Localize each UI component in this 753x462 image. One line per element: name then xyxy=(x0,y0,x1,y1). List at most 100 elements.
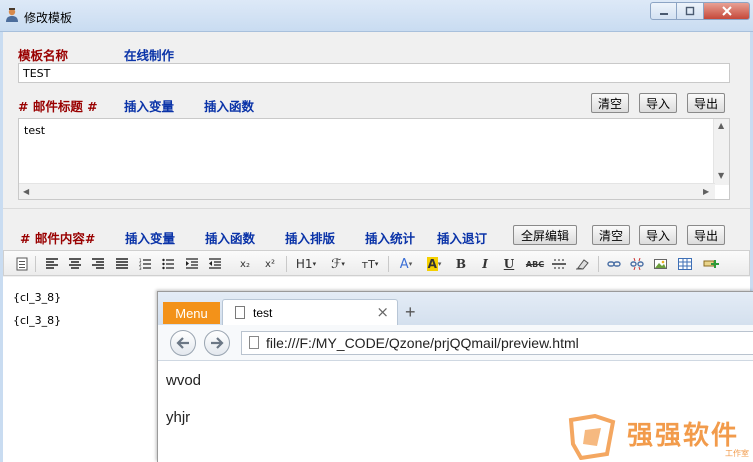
align-justify-icon[interactable] xyxy=(114,255,130,273)
table-icon[interactable] xyxy=(677,255,693,273)
mail-subject-textarea[interactable]: test ▲ ▼ ◀ ▶ xyxy=(18,118,730,200)
chevron-down-icon: ▾ xyxy=(374,260,379,268)
content-export-button[interactable]: 导出 xyxy=(687,225,725,245)
fullscreen-edit-button[interactable]: 全屏编辑 xyxy=(513,225,577,245)
content-clear-button[interactable]: 清空 xyxy=(592,225,630,245)
watermark-text: 强强软件 xyxy=(627,421,740,451)
subject-clear-button[interactable]: 清空 xyxy=(591,93,629,113)
align-center-icon[interactable] xyxy=(67,255,83,273)
toolbar-separator xyxy=(286,256,287,272)
minimize-button[interactable] xyxy=(650,2,677,20)
forward-button[interactable] xyxy=(204,330,230,356)
content-insert-variable-link[interactable]: 插入变量 xyxy=(125,228,175,247)
browser-tab[interactable]: test × xyxy=(222,299,398,325)
source-icon[interactable] xyxy=(14,255,30,273)
subscript-button[interactable]: x₂ xyxy=(237,255,253,273)
template-name-label: 模板名称 xyxy=(18,48,69,63)
page-icon xyxy=(235,306,245,319)
subject-vertical-scrollbar[interactable]: ▲ ▼ xyxy=(713,119,729,185)
font-size-dropdown[interactable]: тT ▾ xyxy=(358,255,382,273)
preview-text: yhjr xyxy=(166,409,191,426)
insert-unsubscribe-link[interactable]: 插入退订 xyxy=(437,228,487,247)
chevron-down-icon: ▾ xyxy=(437,260,442,268)
mail-subject-label: # 邮件标题 # xyxy=(18,99,98,114)
close-button[interactable] xyxy=(704,2,750,20)
new-tab-button[interactable]: + xyxy=(405,302,416,323)
subject-export-button[interactable]: 导出 xyxy=(687,93,725,113)
unlink-icon[interactable] xyxy=(629,255,645,273)
font-family-label: ℱ xyxy=(331,256,342,272)
arrow-left-icon xyxy=(176,337,189,349)
user-icon xyxy=(6,8,18,22)
subject-import-button[interactable]: 导入 xyxy=(639,93,677,113)
subject-text: test xyxy=(24,124,46,137)
chevron-down-icon: ▾ xyxy=(408,260,413,268)
preview-text: wvod xyxy=(166,372,202,389)
font-color-label: A xyxy=(399,256,409,272)
chevron-down-icon: ▾ xyxy=(312,260,317,268)
mail-content-label: # 邮件内容# xyxy=(20,231,96,246)
highlight-color-button[interactable]: A ▾ xyxy=(423,255,445,273)
browser-menu-button[interactable]: Menu xyxy=(163,302,220,324)
close-icon xyxy=(721,6,732,16)
content-insert-function-link[interactable]: 插入函数 xyxy=(205,228,255,247)
font-family-dropdown[interactable]: ℱ ▾ xyxy=(326,255,350,273)
underline-button[interactable]: U xyxy=(501,255,517,273)
ordered-list-icon[interactable]: 123 xyxy=(137,255,153,273)
unordered-list-icon[interactable] xyxy=(160,255,176,273)
watermark-subtext: 工作室 xyxy=(725,449,749,458)
eraser-icon[interactable] xyxy=(574,255,590,273)
page-icon xyxy=(249,336,259,349)
divider xyxy=(3,208,750,209)
chevron-down-icon: ▾ xyxy=(341,260,345,268)
image-icon[interactable] xyxy=(653,255,669,273)
font-color-button[interactable]: A ▾ xyxy=(395,255,417,273)
editor-toolbar: 123 x₂ x² H1 ▾ ℱ ▾ тT ▾ A ▾ A ▾ B I U ABC xyxy=(3,250,750,276)
watermark-logo-icon xyxy=(568,414,616,460)
minimize-icon xyxy=(659,13,668,15)
template-name-input[interactable]: TEST xyxy=(18,63,730,83)
highlight-label: A xyxy=(426,257,438,271)
window-title: 修改模板 xyxy=(24,11,73,25)
browser-navbar: file:///F:/MY_CODE/Qzone/prjQQmail/previ… xyxy=(158,325,753,361)
scroll-down-icon[interactable]: ▼ xyxy=(718,171,724,180)
online-build-link[interactable]: 在线制作 xyxy=(124,45,174,64)
superscript-button[interactable]: x² xyxy=(262,255,278,273)
align-left-icon[interactable] xyxy=(44,255,60,273)
maximize-button[interactable] xyxy=(677,2,704,20)
indent-icon[interactable] xyxy=(184,255,200,273)
align-right-icon[interactable] xyxy=(90,255,106,273)
link-icon[interactable] xyxy=(606,255,622,273)
italic-button[interactable]: I xyxy=(477,255,493,273)
address-bar[interactable]: file:///F:/MY_CODE/Qzone/prjQQmail/previ… xyxy=(241,331,753,355)
subject-insert-function-link[interactable]: 插入函数 xyxy=(204,96,254,115)
toolbar-separator xyxy=(35,256,36,272)
scroll-up-icon[interactable]: ▲ xyxy=(718,121,724,130)
editor-line: {cl_3_8} xyxy=(13,291,62,304)
strikethrough-button[interactable]: ABC xyxy=(524,255,546,273)
insert-layout-link[interactable]: 插入排版 xyxy=(285,228,335,247)
horizontal-rule-icon[interactable] xyxy=(551,255,567,273)
subject-horizontal-scrollbar[interactable]: ◀ ▶ xyxy=(19,183,715,199)
svg-text:3: 3 xyxy=(139,266,142,270)
bold-button[interactable]: B xyxy=(453,255,469,273)
maximize-icon xyxy=(685,6,695,16)
scroll-right-icon[interactable]: ▶ xyxy=(703,187,709,196)
toolbar-separator xyxy=(598,256,599,272)
subject-insert-variable-link[interactable]: 插入变量 xyxy=(124,96,174,115)
browser-tabbar: Menu test × + xyxy=(158,292,753,325)
outdent-icon[interactable] xyxy=(207,255,223,273)
insert-row-icon[interactable] xyxy=(702,255,720,273)
back-button[interactable] xyxy=(170,330,196,356)
insert-stats-link[interactable]: 插入统计 xyxy=(365,228,415,247)
tab-close-icon[interactable]: × xyxy=(376,303,389,321)
font-size-label: тT xyxy=(361,257,375,271)
content-import-button[interactable]: 导入 xyxy=(639,225,677,245)
heading-dropdown[interactable]: H1 ▾ xyxy=(293,255,319,273)
scroll-left-icon[interactable]: ◀ xyxy=(23,187,29,196)
editor-line: {cl_3_8} xyxy=(13,314,62,327)
tab-title: test xyxy=(253,306,273,320)
window-titlebar[interactable]: 修改模板 xyxy=(0,0,753,32)
window-controls xyxy=(650,2,750,20)
url-text: file:///F:/MY_CODE/Qzone/prjQQmail/previ… xyxy=(266,335,579,351)
